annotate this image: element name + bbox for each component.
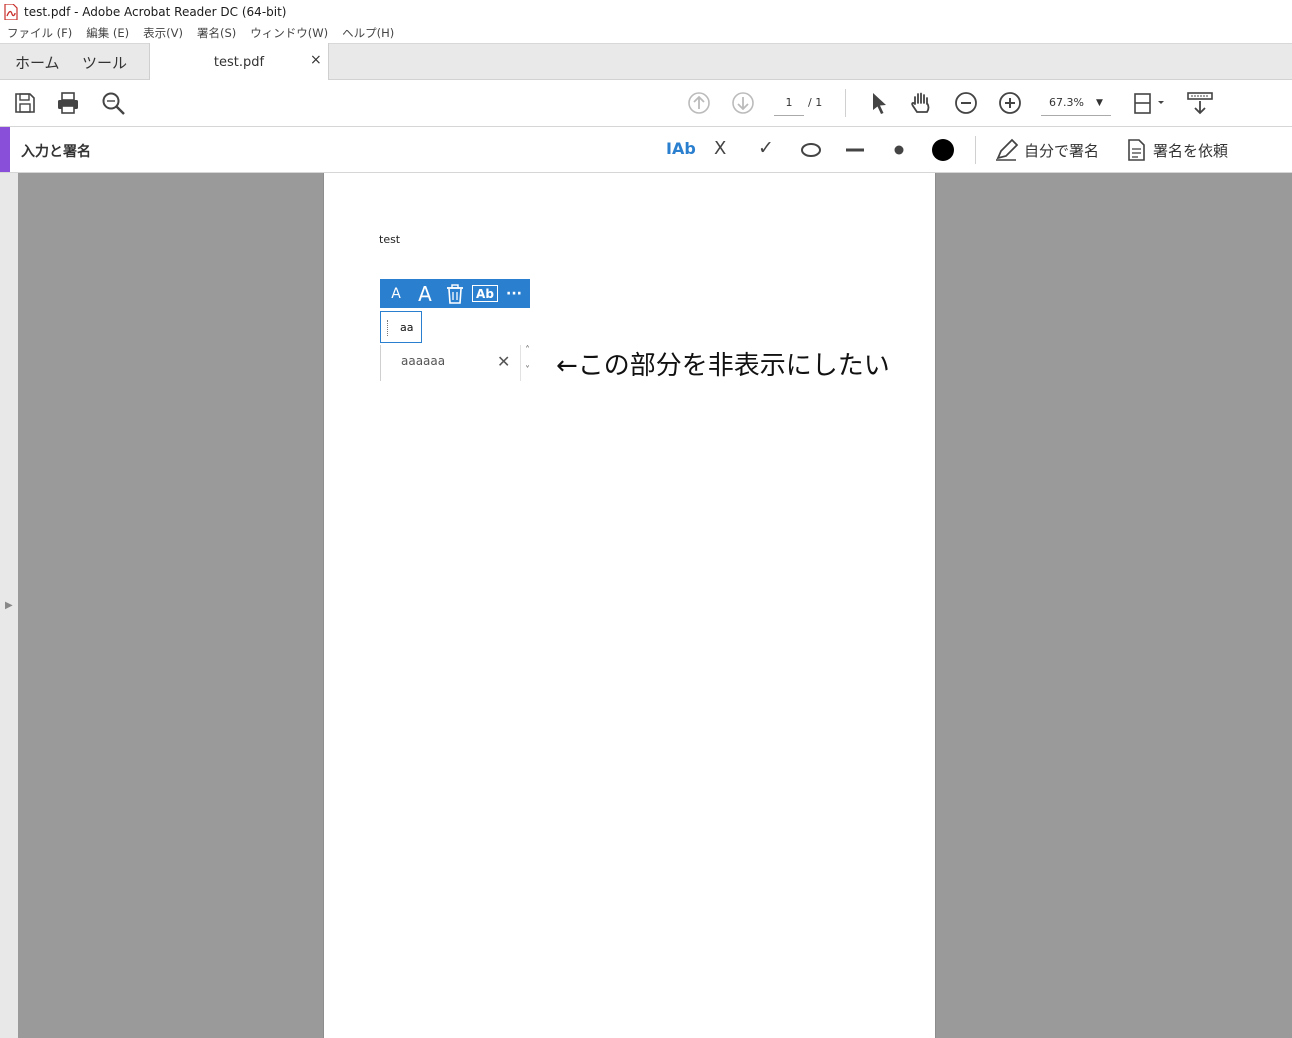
scroll-mode-icon[interactable] [1187,90,1213,116]
zoom-in-icon[interactable] [997,90,1023,116]
more-options-button[interactable]: ··· [504,279,524,308]
menu-sign[interactable]: 署名(S) [190,25,243,41]
dot-tool[interactable] [888,137,910,163]
clear-icon[interactable]: ✕ [497,352,510,371]
hand-icon[interactable] [908,90,934,116]
menu-bar: ファイル (F) 編集 (E) 表示(V) 署名(S) ウィンドウ(W) ヘルプ… [0,23,1292,43]
color-picker[interactable] [930,137,956,163]
increase-font-button[interactable]: A [415,279,435,308]
check-tool[interactable]: ✓ [758,137,774,159]
document-canvas: test A A Ab ··· aa aaaaaa ✕ ˄ ˅ ←この部分を非表… [18,173,1292,1038]
scroll-down-icon[interactable]: ˅ [525,365,530,376]
zoom-value: 67.3% [1049,96,1084,109]
page-body-text: test [379,233,401,246]
menu-help[interactable]: ヘルプ(H) [335,25,401,41]
menu-file[interactable]: ファイル (F) [0,25,79,41]
autocomplete-suggestion[interactable]: aaaaaa [401,354,445,368]
request-sign-button[interactable]: 署名を依頼 [1153,140,1228,161]
scroll-up-icon[interactable]: ˄ [525,345,530,356]
field-toolbar: A A Ab ··· [380,279,530,308]
text-field[interactable]: aa [380,311,422,343]
comb-text-button[interactable]: Ab [472,285,498,302]
tab-bar: ホーム ツール test.pdf × [0,43,1292,80]
menu-window[interactable]: ウィンドウ(W) [243,25,335,41]
zoom-out-icon[interactable] [953,90,979,116]
signbar-divider [975,136,976,164]
tab-document-label: test.pdf [213,55,265,70]
window-title: test.pdf - Adobe Acrobat Reader DC (64-b… [24,4,287,19]
expand-panel-icon[interactable]: ▶ [5,600,13,611]
request-sign-icon[interactable] [1126,137,1148,163]
autocomplete-dropdown: aaaaaa ✕ ˄ ˅ [380,345,538,381]
tab-document[interactable]: test.pdf × [149,43,329,80]
annotation-text: ←この部分を非表示にしたい [556,351,890,381]
menu-edit[interactable]: 編集 (E) [79,25,136,41]
autocomplete-scrollbar[interactable]: ˄ ˅ [520,345,538,381]
save-icon[interactable] [12,90,38,116]
prev-page-icon[interactable] [686,90,712,116]
title-bar: test.pdf - Adobe Acrobat Reader DC (64-b… [0,0,1292,23]
close-icon[interactable]: × [310,52,322,68]
self-sign-button[interactable]: 自分で署名 [1024,140,1099,161]
cross-tool[interactable]: X [714,138,726,159]
select-icon[interactable] [866,90,892,116]
pen-sign-icon[interactable] [994,137,1020,163]
fill-sign-accent [0,127,10,172]
decrease-font-button[interactable]: A [389,279,403,308]
chevron-down-icon: ▼ [1096,98,1103,108]
tab-home[interactable]: ホーム [15,52,60,73]
toolbar-divider [845,89,846,117]
print-icon[interactable] [55,90,81,116]
circle-tool[interactable] [800,137,822,163]
main-toolbar: 1 / 1 67.3% ▼ [0,80,1292,127]
pdf-app-icon [4,3,18,20]
field-drag-handle[interactable] [387,320,388,336]
left-panel-rail[interactable]: ▶ [0,173,18,1038]
search-icon[interactable] [100,90,126,116]
fill-sign-toolbar: 入力と署名 IAb X ✓ 自分で署名 署名を依頼 [0,127,1292,173]
tab-tools[interactable]: ツール [82,52,127,73]
text-field-value: aa [400,321,414,334]
page-fit-icon[interactable] [1132,90,1168,116]
page-number-input[interactable]: 1 [774,94,804,116]
line-tool[interactable] [844,137,866,163]
menu-view[interactable]: 表示(V) [136,25,190,41]
trash-icon[interactable] [444,279,466,308]
next-page-icon[interactable] [730,90,756,116]
pdf-page: test A A Ab ··· aa aaaaaa ✕ ˄ ˅ ←この部分を非表… [323,173,936,1038]
fill-sign-title: 入力と署名 [21,144,91,160]
zoom-select[interactable]: 67.3% ▼ [1041,94,1111,116]
add-text-tool[interactable]: IAb [666,139,696,158]
page-total: / 1 [808,96,823,109]
